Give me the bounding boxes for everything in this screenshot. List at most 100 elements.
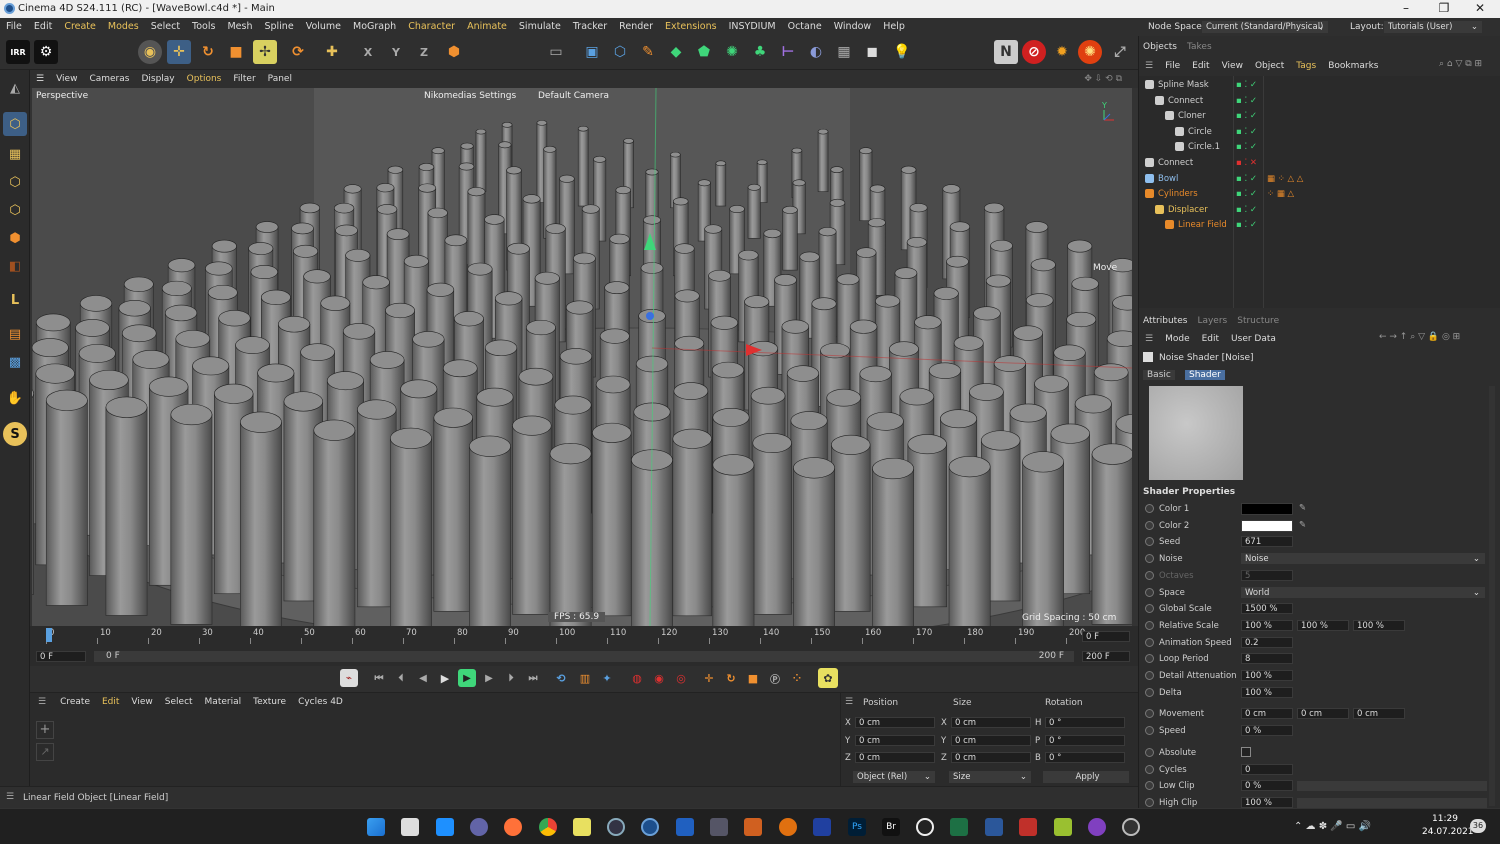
loop-icon[interactable]: ⟲ <box>552 669 570 687</box>
material-menu-edit[interactable]: Edit <box>96 697 125 707</box>
coord-pos-field[interactable]: 0 cm <box>855 734 935 746</box>
object-row[interactable]: Connect <box>1155 95 1203 106</box>
next-frame-icon[interactable]: ▶ <box>480 669 498 687</box>
task-view-icon[interactable] <box>401 818 419 836</box>
coord-pos-field[interactable]: 0 cm <box>855 717 935 728</box>
x-axis-lock-icon[interactable]: X <box>356 40 380 64</box>
app-purple-icon[interactable] <box>1088 818 1106 836</box>
viewport-settings-label[interactable]: Nikomedias Settings <box>424 91 516 101</box>
move-tool-icon[interactable]: ✛ <box>167 40 191 64</box>
coords-hamburger-icon[interactable]: ☰ <box>845 697 853 707</box>
z-axis-lock-icon[interactable]: Z <box>412 40 436 64</box>
attr-dropdown[interactable]: Noise ⌄ <box>1241 553 1485 565</box>
add-material-icon[interactable]: + <box>36 721 54 739</box>
menu-animate[interactable]: Animate <box>461 18 513 36</box>
flame-plugin-icon[interactable]: ✺ <box>1078 40 1102 64</box>
animation-dot-icon[interactable] <box>1145 504 1154 513</box>
burst-plugin-icon[interactable]: ✹ <box>1050 40 1074 64</box>
viewport-menu-filter[interactable]: Filter <box>227 70 261 88</box>
attributes-menu-user-data[interactable]: User Data <box>1225 334 1282 344</box>
acrobat-icon[interactable] <box>1019 818 1037 836</box>
play-forward-icon[interactable]: ▶ <box>458 669 476 687</box>
light-object-icon[interactable]: 💡 <box>890 40 914 64</box>
widgets-icon[interactable] <box>436 818 454 836</box>
tab-attributes[interactable]: Attributes <box>1143 316 1187 326</box>
object-row[interactable]: Circle.1 <box>1175 142 1220 152</box>
attr-number-field[interactable]: 5 <box>1241 569 1293 581</box>
menu-create[interactable]: Create <box>58 18 102 36</box>
attr-number-field[interactable]: 100 % <box>1241 796 1293 808</box>
coord-size-field[interactable]: 0 cm <box>951 752 1031 763</box>
material-menu-texture[interactable]: Texture <box>247 697 292 707</box>
scale-tool-icon[interactable]: ■ <box>224 40 248 64</box>
coord-size-field[interactable]: 0 cm <box>951 734 1031 746</box>
edges-mode-icon[interactable]: ⬡ <box>3 198 27 222</box>
app-shield-icon[interactable] <box>779 818 797 836</box>
coord-rot-field[interactable]: 0 ° <box>1045 752 1125 763</box>
coord-pos-field[interactable]: 0 cm <box>855 752 935 763</box>
menu-mesh[interactable]: Mesh <box>221 18 258 36</box>
object-row[interactable]: Spline Mask <box>1145 80 1209 90</box>
material-menu-cycles-4d[interactable]: Cycles 4D <box>292 697 349 707</box>
status-hamburger-icon[interactable]: ☰ <box>6 792 14 802</box>
material-menu-create[interactable]: Create <box>54 697 96 707</box>
visibility-toggle-icon[interactable]: ▪ ⁚ ✓ <box>1236 111 1257 121</box>
material-manager[interactable]: ☰ Create Edit View Select Material Texture Cycl… <box>30 692 840 786</box>
menu-mograph[interactable]: MoGraph <box>347 18 402 36</box>
viewport-camera-label[interactable]: Default Camera <box>538 91 609 101</box>
visibility-toggle-icon[interactable]: ▪ ⁚ ✓ <box>1236 127 1257 137</box>
live-selection-icon[interactable]: ✢ <box>253 40 277 64</box>
attributes-scrollbar[interactable] <box>1489 386 1495 806</box>
playhead[interactable] <box>46 628 52 642</box>
c4d-icon[interactable] <box>607 818 625 836</box>
animation-dot-icon[interactable] <box>1145 587 1154 597</box>
visibility-toggle-icon[interactable]: ▪ ⁚ ✓ <box>1236 96 1257 106</box>
material-menu-material[interactable]: Material <box>199 697 248 707</box>
tab-structure[interactable]: Structure <box>1237 316 1279 326</box>
attr-number-field[interactable]: 0.2 <box>1241 636 1293 648</box>
uv-mode-icon[interactable]: ◧ <box>3 254 27 278</box>
app-blue-icon[interactable] <box>676 818 694 836</box>
record-selection-icon[interactable]: ◎ <box>672 669 690 687</box>
object-tree[interactable]: Spline Mask ▪ ⁚ ✓ Connect ▪ ⁚ ✓ Cloner ▪ ⁚ ✓ C… <box>1139 76 1500 308</box>
goto-end-icon[interactable]: ⏭ <box>524 669 542 687</box>
extrude-generator-icon[interactable]: ⬟ <box>692 40 716 64</box>
viewport-hamburger-icon[interactable]: ☰ <box>30 70 50 88</box>
animation-dot-icon[interactable] <box>1145 747 1154 757</box>
material-menu-view[interactable]: View <box>125 697 158 707</box>
select-tool-icon[interactable]: ◉ <box>138 40 162 64</box>
visibility-toggle-icon[interactable]: ▪ ⁚ ✓ <box>1236 189 1257 199</box>
rotate-tool-icon[interactable]: ↻ <box>196 40 220 64</box>
menu-spline[interactable]: Spline <box>258 18 299 36</box>
attr-number-field[interactable]: 1500 % <box>1241 603 1293 615</box>
material-arrow-icon[interactable]: ↗ <box>36 743 54 761</box>
prev-key-icon[interactable]: ⏴ <box>392 669 410 687</box>
viewport-menu-view[interactable]: View <box>50 70 83 88</box>
animation-dot-icon[interactable] <box>1145 797 1154 807</box>
objects-menu-file[interactable]: File <box>1159 61 1186 71</box>
attributes-menu-mode[interactable]: Mode <box>1159 334 1196 344</box>
firefox-icon[interactable] <box>504 818 522 836</box>
snap-icon[interactable]: ▤ <box>3 322 27 346</box>
object-tags-icon[interactable]: ▦ ⁘ △ △ <box>1267 174 1303 184</box>
object-row[interactable]: Linear Field <box>1165 220 1227 230</box>
attributes-nav-icons[interactable]: ← → ↑ ⌕ ▽ 🔒 ◎ ⊞ <box>1379 332 1460 342</box>
goto-start-icon[interactable]: ⏮ <box>370 669 388 687</box>
subtab-shader[interactable]: Shader <box>1185 370 1225 380</box>
y-axis-lock-icon[interactable]: Y <box>384 40 408 64</box>
notification-badge[interactable]: 36 <box>1470 819 1486 833</box>
object-row[interactable]: Connect <box>1145 158 1193 168</box>
preview-range-bar[interactable]: 0 F 200 F <box>94 651 1074 662</box>
transform-axis-icon[interactable]: ✚ <box>320 40 344 64</box>
toolbar-more-icon[interactable]: ⤢ <box>1108 40 1132 64</box>
eyedropper-icon[interactable]: ✎ <box>1299 503 1306 513</box>
chrome-icon[interactable] <box>539 818 557 836</box>
object-row[interactable]: Displacer <box>1155 204 1208 215</box>
menu-tracker[interactable]: Tracker <box>567 18 613 36</box>
record-active-icon[interactable]: ◍ <box>628 669 646 687</box>
close-button[interactable]: ✕ <box>1460 1 1500 15</box>
menu-volume[interactable]: Volume <box>300 18 347 36</box>
next-key-icon[interactable]: ⏵ <box>502 669 520 687</box>
key-scale-icon[interactable]: ■ <box>744 669 762 687</box>
3d-viewport[interactable]: Y Perspective Nikomedias Settings Defaul… <box>32 88 1132 626</box>
